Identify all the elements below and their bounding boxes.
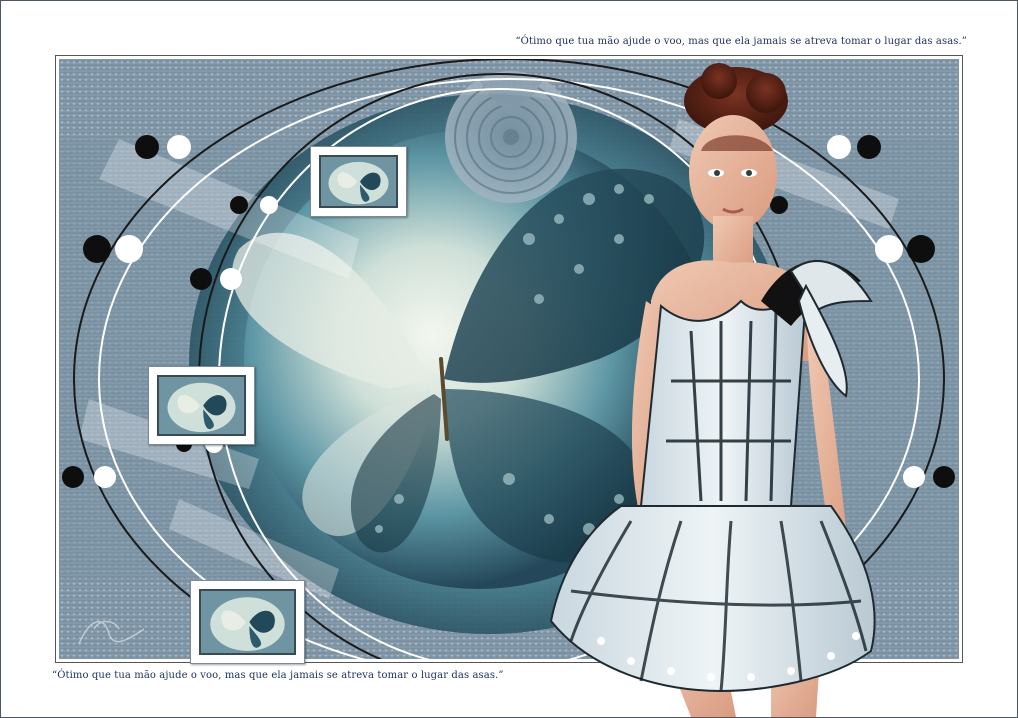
- quote-bottom: “Ótimo que tua mão ajude o voo, mas que …: [52, 670, 504, 681]
- artwork: [59, 59, 959, 659]
- butterfly-thumbnail: [190, 580, 305, 664]
- artwork-background: [59, 59, 959, 659]
- thumbnail-image: [157, 375, 246, 436]
- page: “Ótimo que tua mão ajude o voo, mas que …: [0, 0, 1018, 718]
- thumbnail-image: [199, 589, 296, 655]
- thumbnail-image: [319, 155, 398, 208]
- butterfly-thumbnail: [310, 146, 407, 217]
- butterfly-thumbnail: [148, 366, 255, 445]
- artwork-frame: [55, 55, 963, 664]
- quote-top: “Ótimo que tua mão ajude o voo, mas que …: [515, 36, 967, 47]
